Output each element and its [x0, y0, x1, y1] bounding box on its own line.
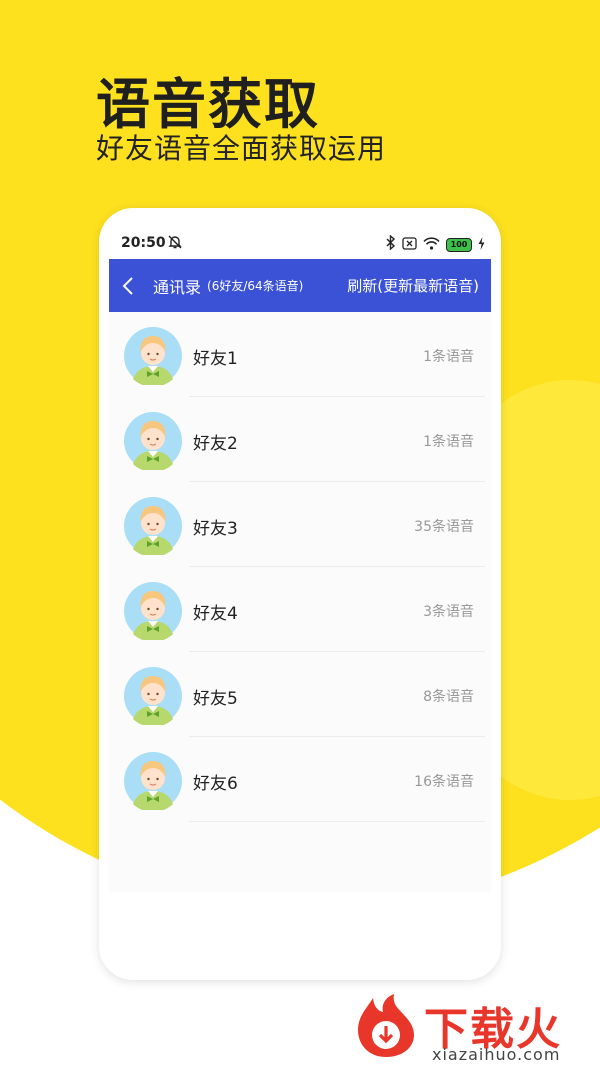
- boy-avatar-icon: [124, 327, 182, 385]
- friend-name: 好友1: [193, 349, 238, 369]
- friend-item-1[interactable]: 好友1 1条语音: [109, 312, 491, 397]
- friend-item-5[interactable]: 好友5 8条语音: [109, 652, 491, 737]
- voice-count: 35条语音: [414, 519, 474, 535]
- status-time: 20:50: [121, 235, 166, 251]
- sim-off-icon: [402, 235, 417, 254]
- boy-avatar-icon: [124, 582, 182, 640]
- status-bar: 20:50 100: [99, 232, 501, 256]
- status-icons: 100: [386, 234, 485, 254]
- flame-logo-icon: [358, 994, 414, 1057]
- app-bar-title: 通讯录: [153, 277, 202, 297]
- friend-item-4[interactable]: 好友4 3条语音: [109, 567, 491, 652]
- friend-item-2[interactable]: 好友2 1条语音: [109, 397, 491, 482]
- refresh-button[interactable]: 刷新(更新最新语音): [347, 275, 479, 296]
- friend-item-6[interactable]: 好友6 16条语音: [109, 737, 491, 822]
- friend-name: 好友6: [193, 774, 238, 794]
- voice-count: 16条语音: [414, 774, 474, 790]
- voice-count: 3条语音: [423, 604, 474, 620]
- friend-name: 好友5: [193, 689, 238, 709]
- boy-avatar-icon: [124, 667, 182, 725]
- battery-icon: 100: [446, 237, 472, 252]
- voice-count: 1条语音: [423, 349, 474, 365]
- friend-name: 好友2: [193, 434, 238, 454]
- friend-item-3[interactable]: 好友3 35条语音: [109, 482, 491, 567]
- contact-count: (6好友/64条语音): [207, 279, 304, 293]
- divider: [189, 821, 485, 822]
- friend-name: 好友3: [193, 519, 238, 539]
- bluetooth-icon: [386, 234, 396, 254]
- brand-watermark: 下载火 xiazaihuo.com: [352, 993, 598, 1065]
- back-button[interactable]: [109, 259, 147, 312]
- chevron-left-icon: [122, 276, 133, 295]
- boy-avatar-icon: [124, 752, 182, 810]
- promo-subheadline: 好友语音全面获取运用: [96, 132, 387, 165]
- charging-icon: [478, 235, 485, 254]
- friend-list: 好友1 1条语音 好友2 1条语音 好友3 35条语音 好友4 3条语音 好友5…: [109, 312, 491, 892]
- voice-count: 1条语音: [423, 434, 474, 450]
- phone-frame: 20:50 100 通讯录 (6好友/64条语音) 刷新(更新最新语音) 好友1…: [99, 208, 501, 980]
- voice-count: 8条语音: [423, 689, 474, 705]
- friend-name: 好友4: [193, 604, 238, 624]
- bell-muted-icon: [167, 234, 183, 254]
- app-bar: 通讯录 (6好友/64条语音) 刷新(更新最新语音): [109, 259, 491, 312]
- wifi-icon: [423, 235, 440, 254]
- boy-avatar-icon: [124, 497, 182, 555]
- brand-url: xiazaihuo.com: [432, 1045, 561, 1064]
- boy-avatar-icon: [124, 412, 182, 470]
